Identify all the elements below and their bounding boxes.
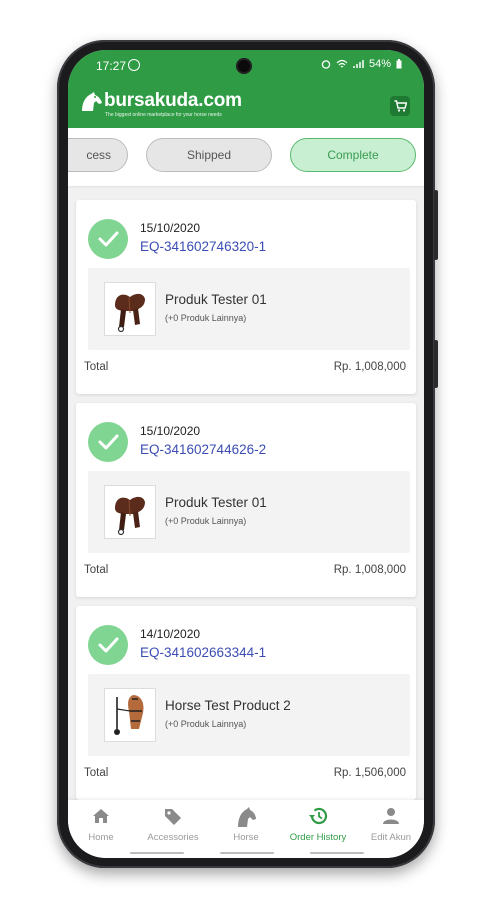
order-id-link[interactable]: EQ-341602746320-1 xyxy=(140,239,266,254)
product-name: Produk Tester 01 xyxy=(165,292,267,307)
tag-icon xyxy=(165,809,181,825)
gesture-bar-back xyxy=(130,852,184,854)
total-label: Total xyxy=(84,361,109,373)
saddle-image-icon xyxy=(115,496,145,536)
nav-label: Accessories xyxy=(147,832,199,843)
cart-icon xyxy=(394,100,407,112)
product-thumbnail xyxy=(104,688,156,742)
order-date: 14/10/2020 xyxy=(140,627,201,641)
nav-accessories[interactable]: Accessories xyxy=(138,806,208,843)
status-time: 17:27 xyxy=(96,59,127,73)
cart-button[interactable] xyxy=(390,96,410,116)
product-thumbnail xyxy=(104,485,156,539)
product-thumbnail xyxy=(104,282,156,336)
brand-tagline: The biggest online marketplace for your … xyxy=(105,112,222,118)
alarm-icon xyxy=(321,60,331,69)
bottom-navigation: Home Accessories Horse Order History Edi… xyxy=(68,800,424,858)
filter-chip-label: Complete xyxy=(327,148,379,162)
nav-edit-account[interactable]: Edit Akun xyxy=(356,806,424,843)
order-date: 15/10/2020 xyxy=(140,424,201,438)
order-card[interactable]: 15/10/2020 EQ-341602746320-1 Produk Test… xyxy=(76,200,416,394)
horse-logo-icon xyxy=(82,92,102,111)
product-more-count: (+0 Produk Lainnya) xyxy=(165,719,247,729)
product-summary[interactable]: Produk Tester 01 (+0 Produk Lainnya) xyxy=(88,471,410,553)
order-id-link[interactable]: EQ-341602663344-1 xyxy=(140,645,266,660)
signal-icon xyxy=(353,60,364,68)
phone-frame: 17:27 54% bursakuda.com The biggest onli… xyxy=(57,40,438,868)
nav-order-history[interactable]: Order History xyxy=(283,806,353,843)
wifi-icon xyxy=(336,59,348,68)
history-icon xyxy=(309,807,328,825)
nav-label: Order History xyxy=(289,832,347,843)
gesture-bar-home xyxy=(220,852,274,854)
product-name: Produk Tester 01 xyxy=(165,495,267,510)
filter-chip-label: Shipped xyxy=(186,148,232,162)
nav-horse[interactable]: Horse xyxy=(211,806,281,843)
order-id-link[interactable]: EQ-341602744626-2 xyxy=(140,442,266,457)
volume-button xyxy=(434,190,438,260)
gesture-bar-recents xyxy=(310,852,364,854)
app-bar: bursakuda.com The biggest online marketp… xyxy=(68,82,424,128)
nav-label: Home xyxy=(88,832,114,843)
status-bar: 17:27 54% xyxy=(68,50,424,82)
bridle-image-icon xyxy=(114,695,144,735)
nav-home[interactable]: Home xyxy=(68,806,136,843)
status-filter-bar: cess Shipped Complete xyxy=(68,128,424,186)
status-icons: 54% xyxy=(321,58,402,70)
product-summary[interactable]: Horse Test Product 2 (+0 Produk Lainnya) xyxy=(88,674,410,756)
nav-label: Horse xyxy=(233,832,259,843)
screen: 17:27 54% bursakuda.com The biggest onli… xyxy=(68,50,424,858)
total-label: Total xyxy=(84,564,109,576)
power-button xyxy=(434,340,438,388)
total-value: Rp. 1,008,000 xyxy=(333,361,406,373)
order-card[interactable]: 14/10/2020 EQ-341602663344-1 Horse Test … xyxy=(76,606,416,800)
horse-icon xyxy=(238,807,256,827)
order-card[interactable]: 15/10/2020 EQ-341602744626-2 Produk Test… xyxy=(76,403,416,597)
brand-name: bursakuda.com xyxy=(104,90,242,111)
complete-check-icon xyxy=(88,422,128,462)
home-icon xyxy=(93,809,109,823)
nav-label: Edit Akun xyxy=(370,832,412,843)
filter-chip-complete[interactable]: Complete xyxy=(290,138,416,172)
battery-icon xyxy=(396,59,402,69)
complete-check-icon xyxy=(88,625,128,665)
product-name: Horse Test Product 2 xyxy=(165,698,291,713)
filter-chip-shipped[interactable]: Shipped xyxy=(146,138,272,172)
complete-check-icon xyxy=(88,219,128,259)
total-value: Rp. 1,008,000 xyxy=(333,564,406,576)
battery-percent: 54% xyxy=(368,58,391,70)
filter-chip-process[interactable]: cess xyxy=(68,138,128,172)
total-label: Total xyxy=(84,767,109,779)
order-date: 15/10/2020 xyxy=(140,221,201,235)
total-value: Rp. 1,506,000 xyxy=(333,767,406,779)
product-more-count: (+0 Produk Lainnya) xyxy=(165,516,247,526)
filter-chip-label: cess xyxy=(86,148,111,162)
saddle-image-icon xyxy=(115,293,145,333)
product-more-count: (+0 Produk Lainnya) xyxy=(165,313,247,323)
product-summary[interactable]: Produk Tester 01 (+0 Produk Lainnya) xyxy=(88,268,410,350)
front-camera xyxy=(236,58,252,74)
whatsapp-notification-icon xyxy=(128,59,140,71)
user-icon xyxy=(383,808,399,824)
